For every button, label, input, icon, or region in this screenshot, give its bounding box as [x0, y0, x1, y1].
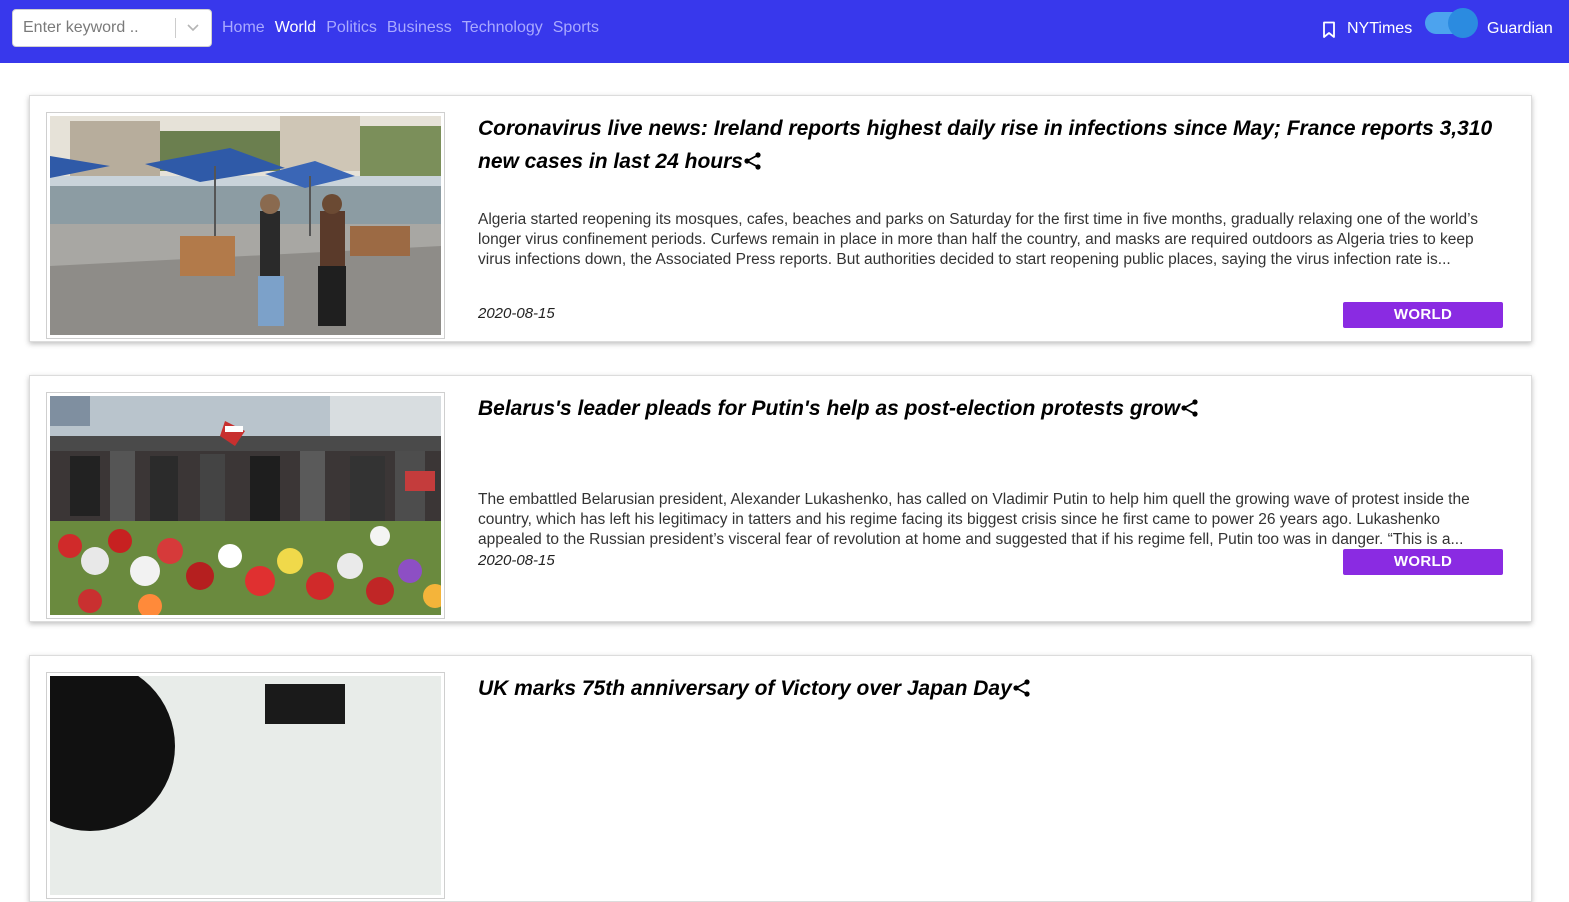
section-badge: WORLD	[1343, 302, 1503, 328]
chevron-down-icon[interactable]	[183, 19, 203, 37]
article-title[interactable]: UK marks 75th anniversary of Victory ove…	[478, 672, 1518, 705]
section-badge: WORLD	[1343, 549, 1503, 575]
search-divider	[175, 18, 176, 38]
top-navbar: Home World Politics Business Technology …	[0, 0, 1569, 63]
share-icon[interactable]	[1012, 678, 1032, 698]
toggle-knob	[1448, 8, 1478, 38]
article-card[interactable]: Belarus's leader pleads for Putin's help…	[29, 375, 1532, 622]
article-title-text[interactable]: Belarus's leader pleads for Putin's help…	[478, 397, 1180, 420]
article-card[interactable]: UK marks 75th anniversary of Victory ove…	[29, 655, 1532, 902]
nav-link-sports[interactable]: Sports	[553, 18, 599, 38]
article-description: Algeria started reopening its mosques, c…	[478, 211, 1478, 268]
article-date: 2020-08-15	[478, 305, 555, 322]
nav-link-business[interactable]: Business	[387, 18, 452, 38]
source-label-nytimes: NYTimes	[1347, 20, 1413, 37]
article-date: 2020-08-15	[478, 552, 555, 569]
article-title[interactable]: Coronavirus live news: Ireland reports h…	[478, 112, 1518, 178]
source-toggle-switch[interactable]	[1425, 8, 1478, 38]
nav-link-technology[interactable]: Technology	[462, 18, 543, 38]
article-image	[50, 116, 441, 335]
article-image	[50, 396, 441, 615]
search-input[interactable]	[13, 10, 175, 46]
article-image	[50, 676, 441, 895]
article-thumbnail	[46, 392, 445, 619]
nav-link-home[interactable]: Home	[222, 18, 265, 38]
section-nav: Home World Politics Business Technology …	[222, 18, 599, 38]
source-label-guardian: Guardian	[1487, 20, 1553, 37]
share-icon[interactable]	[743, 151, 763, 171]
article-title-text[interactable]: UK marks 75th anniversary of Victory ove…	[478, 677, 1012, 700]
article-card[interactable]: Coronavirus live news: Ireland reports h…	[29, 95, 1532, 342]
nav-link-politics[interactable]: Politics	[326, 18, 377, 38]
article-title[interactable]: Belarus's leader pleads for Putin's help…	[478, 392, 1518, 425]
article-title-text[interactable]: Coronavirus live news: Ireland reports h…	[478, 117, 1492, 173]
article-description: The embattled Belarusian president, Alex…	[478, 491, 1470, 548]
article-thumbnail	[46, 112, 445, 339]
share-icon[interactable]	[1180, 398, 1200, 418]
article-thumbnail	[46, 672, 445, 899]
bookmark-icon[interactable]	[1322, 21, 1336, 39]
nav-link-world[interactable]: World	[275, 18, 317, 38]
keyword-search-select[interactable]	[12, 9, 212, 47]
